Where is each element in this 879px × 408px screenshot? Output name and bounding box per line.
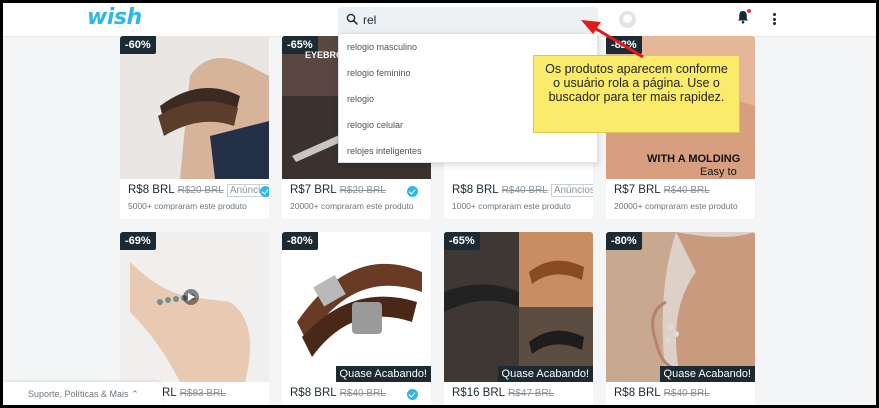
price-row: R$8 BRL R$20 BRL Anúncios — [128, 184, 269, 197]
suggestion-item[interactable]: relojes inteligentes — [339, 138, 597, 164]
price-row: RL R$83 BRL — [162, 387, 226, 399]
sold-count: 1000+ compraram este produto — [452, 201, 571, 211]
original-price: R$40 BRL — [663, 388, 710, 399]
product-card[interactable]: -65% Quase Acabando! R$16 BRL R$47 BRL — [444, 232, 593, 405]
image-text-2: Easy to use — [700, 166, 737, 179]
discount-badge: -80% — [606, 232, 642, 250]
price: R$7 BRL — [290, 184, 337, 196]
more-options-icon[interactable] — [773, 13, 776, 27]
support-footer-button[interactable]: Suporte, Políticas & Mais ⌃ — [3, 382, 163, 405]
verified-check-icon — [407, 389, 418, 400]
price: R$8 BRL — [290, 387, 337, 399]
price-row: R$16 BRL R$47 BRL — [452, 387, 554, 399]
price: R$8 BRL — [128, 184, 175, 196]
discount-badge: -82% — [606, 36, 642, 54]
original-price: R$47 BRL — [508, 388, 555, 399]
wish-logo[interactable]: wish — [87, 5, 142, 30]
browser-frame: wish -60% R$8 BR — [3, 3, 876, 405]
price: R$8 BRL — [614, 387, 661, 399]
discount-badge: -60% — [120, 36, 156, 54]
original-price: R$40 BRL — [339, 388, 386, 399]
price-row: R$8 BRL R$40 BRL Anúncios — [452, 184, 593, 197]
annotation-note: Os produtos aparecem conforme o usuário … — [533, 55, 740, 133]
discount-badge: -80% — [282, 232, 318, 250]
price-row: R$8 BRL R$40 BRL — [614, 387, 710, 399]
product-image[interactable]: -65% Quase Acabando! — [444, 232, 593, 382]
price: RL — [162, 387, 177, 399]
chevron-up-icon: ⌃ — [131, 389, 139, 399]
price-row: R$7 BRL R$40 BRL — [614, 184, 710, 196]
price: R$16 BRL — [452, 387, 506, 399]
search-bar[interactable] — [338, 7, 598, 33]
urgency-label: Quase Acabando! — [335, 366, 431, 382]
product-card[interactable]: -80% Quase Acabando! R$8 BRL R$40 BRL — [282, 232, 431, 405]
discount-badge: -65% — [444, 232, 480, 250]
original-price: R$40 BRL — [501, 185, 548, 196]
product-card[interactable]: -69% RL R$83 BRL — [120, 232, 269, 405]
verified-check-icon — [260, 186, 269, 197]
price: R$7 BRL — [614, 184, 661, 196]
original-price: R$20 BRL — [177, 185, 224, 196]
sold-count: 20000+ compraram este produto — [290, 201, 414, 211]
product-image[interactable]: -80% Quase Acabando! — [606, 232, 755, 382]
product-card[interactable]: -80% Quase Acabando! R$8 BRL R$40 BRL — [606, 232, 755, 405]
search-icon — [346, 13, 358, 25]
ad-label: Anúncios — [550, 184, 593, 197]
original-price: R$83 BRL — [179, 388, 226, 399]
product-image[interactable]: -60% — [120, 36, 269, 179]
urgency-label: Quase Acabando! — [497, 366, 593, 382]
original-price: R$40 BRL — [663, 185, 710, 196]
product-card[interactable]: -60% R$8 BRL R$20 BRL Anúncios 5000+ compr… — [120, 36, 269, 219]
product-image[interactable]: -69% — [120, 232, 269, 382]
product-image[interactable]: -80% Quase Acabando! — [282, 232, 431, 382]
profile-avatar[interactable] — [619, 11, 636, 28]
top-header: wish — [3, 3, 876, 37]
support-footer-label: Suporte, Políticas & Mais ⌃ — [28, 389, 139, 399]
price: R$8 BRL — [452, 184, 499, 196]
verified-check-icon — [407, 186, 418, 197]
discount-badge: -69% — [120, 232, 156, 250]
notification-dot — [747, 9, 751, 13]
sold-count: 5000+ compraram este produto — [128, 201, 247, 211]
sold-count: 20000+ compraram este produto — [614, 201, 738, 211]
search-input[interactable] — [363, 11, 563, 29]
price-row: R$7 BRL R$20 BRL — [290, 184, 386, 196]
image-text-1: WITH A MOLDING — [647, 153, 741, 165]
price-row: R$8 BRL R$40 BRL — [290, 387, 386, 399]
urgency-label: Quase Acabando! — [659, 366, 755, 382]
original-price: R$20 BRL — [339, 185, 386, 196]
